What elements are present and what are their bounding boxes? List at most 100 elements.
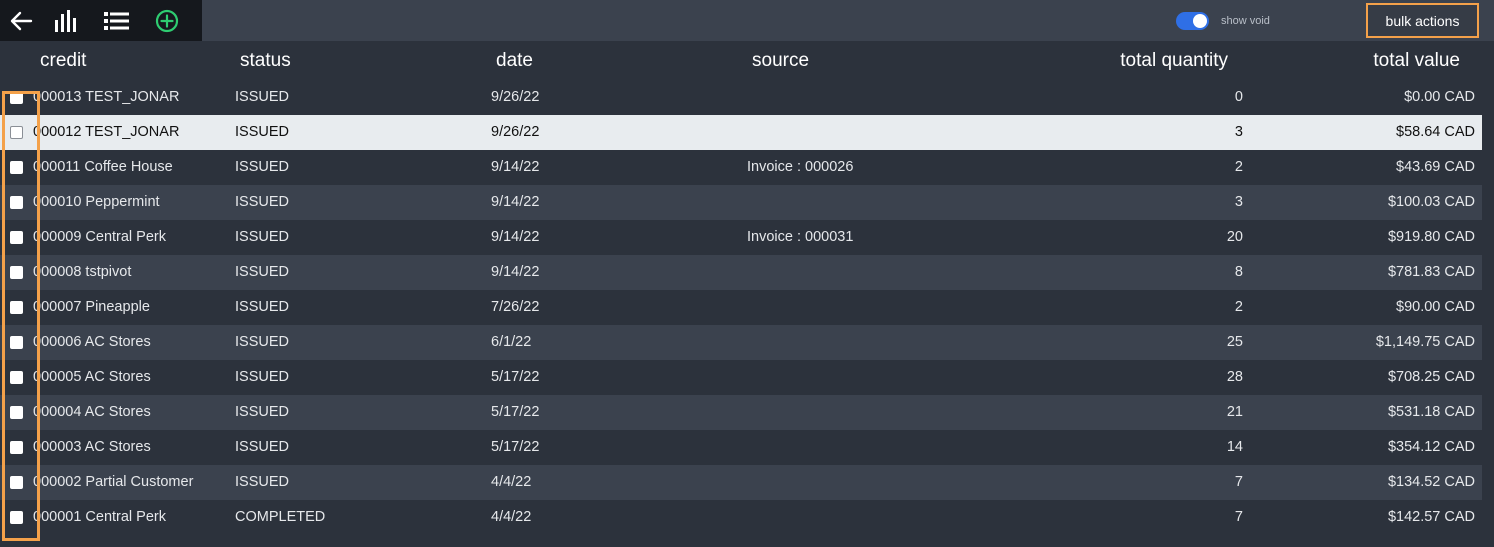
table-row[interactable]: 000006 AC Stores ISSUED 6/1/22 25 $1,149.75 … [0,325,1494,360]
row-background [0,220,1482,255]
status-cell: ISSUED [235,439,289,455]
row-checkbox[interactable] [10,161,23,174]
row-checkbox[interactable] [10,336,23,349]
value-cell: $134.52 CAD [1387,474,1475,490]
table-header: credit status date source total quantity… [0,41,1494,80]
table-row[interactable]: 000009 Central Perk ISSUED 9/14/22 Invoice … [0,220,1494,255]
value-cell: $531.18 CAD [1387,404,1475,420]
quantity-cell: 8 [1234,264,1243,280]
back-button[interactable] [0,0,42,41]
credit-cell: 000010 Peppermint [33,194,160,210]
value-cell: $354.12 CAD [1387,439,1475,455]
table-row[interactable]: 000002 Partial Customer ISSUED 4/4/22 7 $134… [0,465,1494,500]
credit-cell: 000012 TEST_JONAR [33,124,180,140]
date-cell: 9/26/22 [491,124,540,140]
date-cell: 7/26/22 [491,299,540,315]
quantity-cell: 3 [1234,124,1243,140]
table-row[interactable]: 000011 Coffee House ISSUED 9/14/22 Invoice … [0,150,1494,185]
row-background [0,360,1482,395]
value-cell: $100.03 CAD [1387,194,1475,210]
bulk-actions-button[interactable]: bulk actions [1366,3,1479,38]
column-header-total-quantity[interactable]: total quantity [1120,50,1228,72]
table-row[interactable]: 000013 TEST_JONAR ISSUED 9/26/22 0 $0.00 CAD [0,80,1494,115]
date-cell: 9/26/22 [491,89,540,105]
row-checkbox[interactable] [10,371,23,384]
value-cell: $708.25 CAD [1387,369,1475,385]
value-cell: $90.00 CAD [1396,299,1475,315]
value-cell: $1,149.75 CAD [1375,334,1475,350]
date-cell: 9/14/22 [491,229,540,245]
row-checkbox[interactable] [10,406,23,419]
list-view-button[interactable] [92,0,142,41]
show-void-toggle[interactable] [1176,12,1209,30]
credits-table-body: 000013 TEST_JONAR ISSUED 9/26/22 0 $0.00 CAD… [0,80,1494,535]
reports-button[interactable] [42,0,92,41]
value-cell: $58.64 CAD [1396,124,1475,140]
row-background [0,465,1482,500]
row-checkbox[interactable] [10,231,23,244]
row-background [0,115,1482,150]
quantity-cell: 20 [1226,229,1243,245]
source-cell: Invoice : 000031 [747,229,854,245]
quantity-cell: 14 [1226,439,1243,455]
bar-chart-icon [55,9,76,32]
row-background [0,395,1482,430]
table-row[interactable]: 000007 Pineapple ISSUED 7/26/22 2 $90.00 CAD [0,290,1494,325]
column-header-source[interactable]: source [752,50,809,72]
column-header-credit[interactable]: credit [40,50,86,72]
quantity-cell: 25 [1226,334,1243,350]
status-cell: ISSUED [235,194,289,210]
show-void-control: show void [1176,12,1270,30]
credit-cell: 000008 tstpivot [33,264,132,280]
row-checkbox[interactable] [10,511,23,524]
credit-cell: 000003 AC Stores [33,439,151,455]
quantity-cell: 7 [1234,474,1243,490]
quantity-cell: 2 [1234,299,1243,315]
credit-cell: 000011 Coffee House [33,159,173,175]
row-background [0,430,1482,465]
table-row[interactable]: 000005 AC Stores ISSUED 5/17/22 28 $708.25 C… [0,360,1494,395]
column-header-total-value[interactable]: total value [1373,50,1460,72]
table-row[interactable]: 000012 TEST_JONAR ISSUED 9/26/22 3 $58.64 CA… [0,115,1494,150]
row-checkbox[interactable] [10,126,23,139]
toolbar-icon-group [0,0,202,41]
credit-cell: 000004 AC Stores [33,404,151,420]
add-circle-icon [155,9,179,32]
credit-cell: 000005 AC Stores [33,369,151,385]
date-cell: 4/4/22 [491,509,532,525]
row-checkbox[interactable] [10,476,23,489]
quantity-cell: 0 [1234,89,1243,105]
status-cell: COMPLETED [235,509,326,525]
table-row[interactable]: 000004 AC Stores ISSUED 5/17/22 21 $531.18 C… [0,395,1494,430]
row-checkbox[interactable] [10,266,23,279]
quantity-cell: 21 [1226,404,1243,420]
row-checkbox[interactable] [10,91,23,104]
value-cell: $142.57 CAD [1387,509,1475,525]
table-row[interactable]: 000001 Central Perk COMPLETED 4/4/22 7 $142.… [0,500,1494,535]
show-void-label: show void [1221,15,1270,27]
status-cell: ISSUED [235,404,289,420]
date-cell: 9/14/22 [491,264,540,280]
quantity-cell: 28 [1226,369,1243,385]
row-checkbox[interactable] [10,196,23,209]
date-cell: 5/17/22 [491,439,540,455]
status-cell: ISSUED [235,264,289,280]
add-credit-button[interactable] [142,0,192,41]
row-checkbox[interactable] [10,441,23,454]
column-header-status[interactable]: status [240,50,291,72]
date-cell: 5/17/22 [491,369,540,385]
table-row[interactable]: 000010 Peppermint ISSUED 9/14/22 3 $100.03 C… [0,185,1494,220]
row-checkbox[interactable] [10,301,23,314]
value-cell: $43.69 CAD [1396,159,1475,175]
quantity-cell: 3 [1234,194,1243,210]
date-cell: 5/17/22 [491,404,540,420]
top-toolbar: show void bulk actions [0,0,1494,41]
row-background [0,80,1482,115]
date-cell: 6/1/22 [491,334,532,350]
table-row[interactable]: 000008 tstpivot ISSUED 9/14/22 8 $781.83 CAD [0,255,1494,290]
credit-cell: 000007 Pineapple [33,299,150,315]
column-header-date[interactable]: date [496,50,533,72]
scrollbar-gutter [1482,80,1494,547]
date-cell: 9/14/22 [491,159,540,175]
table-row[interactable]: 000003 AC Stores ISSUED 5/17/22 14 $354.12 C… [0,430,1494,465]
